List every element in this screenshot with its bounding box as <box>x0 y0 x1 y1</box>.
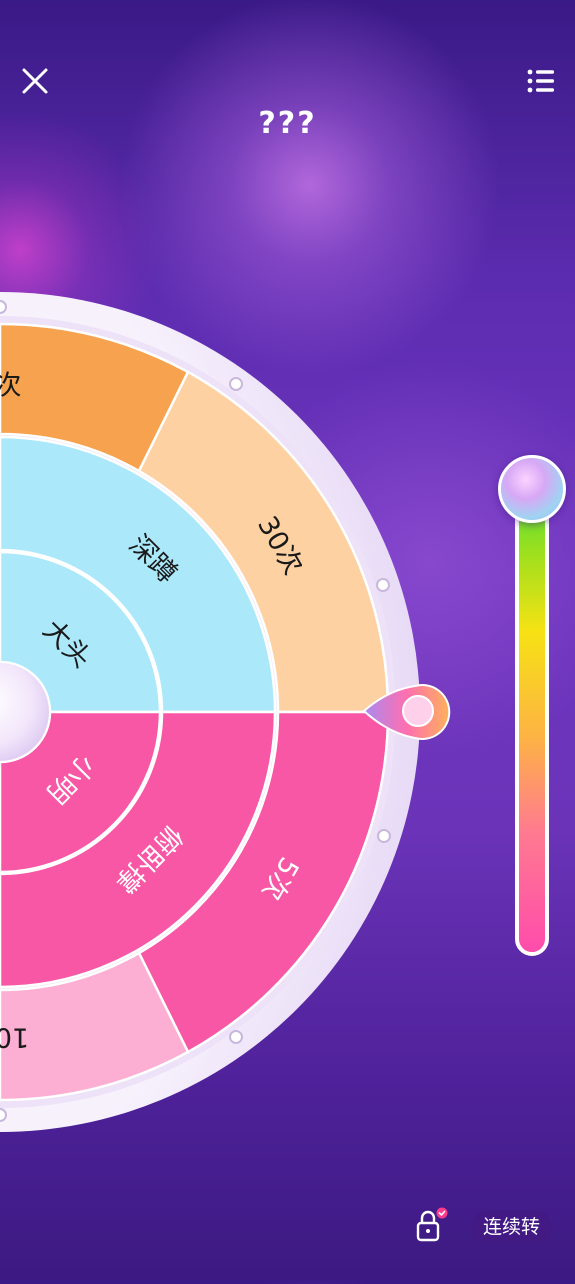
spin-wheel[interactable]: 次 30次 5次 10 深蹲 俯卧撑 大头 小明 <box>0 0 575 1280</box>
rim-dot <box>229 377 243 391</box>
rim-dot <box>376 578 390 592</box>
outer-label: 次 <box>0 371 22 402</box>
outer-label: 10 <box>0 1022 29 1053</box>
continuous-spin-button[interactable]: 连续转 <box>471 1210 553 1244</box>
color-slider-track[interactable] <box>515 470 549 956</box>
rim-dot <box>229 1030 243 1044</box>
lock-button[interactable] <box>412 1205 452 1245</box>
rim-dot <box>0 1108 7 1122</box>
slider-knob[interactable] <box>498 455 566 523</box>
wheel-area: 次 30次 5次 10 深蹲 俯卧撑 大头 小明 <box>0 0 575 1280</box>
rim-dot <box>377 829 391 843</box>
rim-dot <box>0 300 7 314</box>
lock-icon <box>416 1207 448 1242</box>
